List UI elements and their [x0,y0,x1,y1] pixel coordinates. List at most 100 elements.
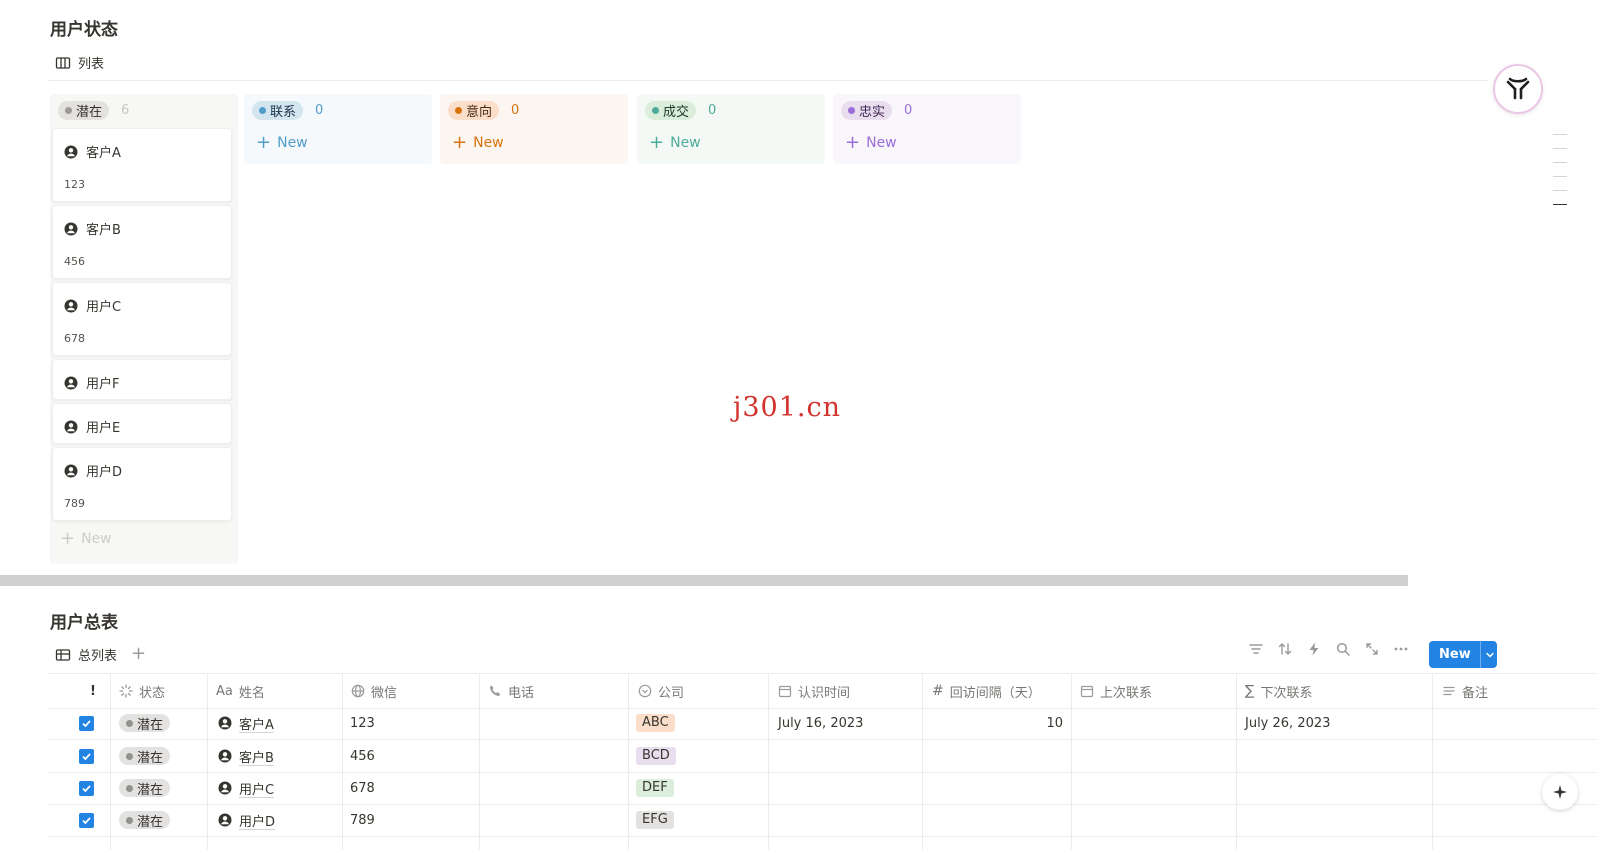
board-card[interactable]: 用户D 789 [52,447,232,521]
board-card[interactable]: 用户C 678 [52,282,232,356]
status-badge[interactable]: 潜在 [119,811,171,830]
person-icon [218,813,232,827]
more-icon[interactable] [1393,641,1409,657]
wechat-cell[interactable]: 789 [350,804,375,836]
row-checkbox[interactable] [79,707,94,739]
ai-assistant-avatar[interactable] [1493,64,1543,114]
status-tag[interactable]: 意向 [448,100,500,120]
status-tag[interactable]: 联系 [252,100,304,120]
plus-icon: + [256,132,272,153]
status-icon [119,684,133,698]
company-cell[interactable]: ABC [636,707,675,739]
person-icon [218,781,232,795]
interval-cell[interactable]: 10 [922,707,1063,739]
status-badge[interactable]: 潜在 [119,779,171,798]
add-card-button[interactable]: + New [637,126,825,160]
name-cell[interactable]: 用户D [218,804,275,836]
check-icon [82,784,91,792]
row-checkbox[interactable] [79,740,94,772]
horizontal-scrollbar[interactable] [0,575,1408,586]
table-title: 用户总表 [50,613,118,633]
status-label: 潜在 [137,750,164,766]
header-flag[interactable]: ! [90,674,96,708]
row-name: 用户C [239,782,275,798]
table-row[interactable]: 潜在 用户C 678 DEF [48,772,1597,805]
header-name[interactable]: Aa 姓名 [216,674,265,708]
header-note[interactable]: 备注 [1442,674,1488,708]
board-card[interactable]: 客户B 456 [52,205,232,279]
watermark: j301.cn [733,392,841,423]
header-last-contact[interactable]: 上次联系 [1080,674,1152,708]
search-icon[interactable] [1335,641,1351,657]
status-tag[interactable]: 忠实 [841,100,893,120]
lightning-icon[interactable] [1306,641,1322,657]
number-icon: # [932,683,944,699]
row-checkbox[interactable] [79,772,94,804]
company-cell[interactable]: DEF [636,772,674,804]
check-icon [82,816,91,824]
column-label: 潜在 [76,104,103,120]
header-status[interactable]: 状态 [119,674,165,708]
plus-icon: + [649,132,665,153]
person-icon [64,222,78,235]
table-row[interactable]: 潜在 客户A 123 ABC July 16, 2023 10 July 26,… [48,707,1597,740]
tab-table-view[interactable]: 总列表 [55,645,117,664]
status-tag[interactable]: 成交 [645,100,697,120]
new-label: New [866,135,897,151]
row-name: 客户A [239,717,274,733]
chevron-down-icon[interactable] [1485,650,1495,660]
tab-board-view[interactable]: 列表 [55,53,104,72]
table-row[interactable]: 潜在 客户B 456 BCD [48,740,1597,773]
new-label: New [473,135,504,151]
card-title: 客户B [86,223,121,238]
status-tag[interactable]: 潜在 [58,100,110,120]
board-card[interactable]: 用户E [52,403,232,444]
header-label: 公司 [658,685,685,701]
add-card-button[interactable]: + New [440,126,628,160]
header-wechat[interactable]: 微信 [351,674,397,708]
person-icon [64,464,78,477]
name-cell[interactable]: 用户C [218,772,274,804]
add-card-button[interactable]: + New [244,126,432,160]
plus-icon: + [452,132,468,153]
row-checkbox[interactable] [79,804,94,836]
sparkle-button[interactable] [1542,774,1578,810]
board-column-deal: 成交 0 + New [637,94,825,164]
status-label: 潜在 [137,717,164,733]
header-company[interactable]: 公司 [638,674,684,708]
wechat-cell[interactable]: 456 [350,740,375,772]
met-date-cell[interactable]: July 16, 2023 [778,707,863,739]
header-phone[interactable]: 电话 [488,674,534,708]
add-view-icon[interactable]: + [131,643,146,664]
formula-icon: ∑ [1245,683,1255,699]
page-outline[interactable] [1553,134,1567,218]
expand-icon[interactable] [1364,641,1380,657]
company-cell[interactable]: BCD [636,740,676,772]
header-label: 上次联系 [1100,685,1153,701]
status-badge[interactable]: 潜在 [119,714,171,733]
name-cell[interactable]: 客户A [218,707,274,739]
board-card[interactable]: 客户A 123 [52,128,232,202]
add-card-button[interactable]: + New [48,522,112,556]
header-next-contact[interactable]: ∑ 下次联系 [1245,674,1312,708]
filter-icon[interactable] [1248,641,1264,657]
header-met-date[interactable]: 认识时间 [778,674,850,708]
add-card-button[interactable]: + New [833,126,1021,160]
company-cell[interactable]: EFG [636,804,674,836]
text-type-icon: Aa [216,683,233,699]
sort-icon[interactable] [1277,641,1293,657]
header-interval[interactable]: # 回访间隔（天） [932,674,1041,708]
new-record-button[interactable]: New [1429,641,1497,668]
name-cell[interactable]: 客户B [218,740,274,772]
wechat-cell[interactable]: 678 [350,772,375,804]
wechat-cell[interactable]: 123 [350,707,375,739]
column-label: 忠实 [859,104,886,120]
next-contact-cell[interactable]: July 26, 2023 [1245,707,1330,739]
status-badge[interactable]: 潜在 [119,747,171,766]
board-card[interactable]: 用户F [52,359,232,400]
table-row[interactable]: 潜在 用户D 789 EFG [48,804,1597,837]
flag-icon: ! [90,683,96,699]
new-record-label: New [1439,647,1471,662]
select-icon [638,684,652,698]
table-header: ! 状态 Aa 姓名 微信 电话 公司 认识时间 # 回访间隔（天） 上次联系 … [48,673,1597,709]
